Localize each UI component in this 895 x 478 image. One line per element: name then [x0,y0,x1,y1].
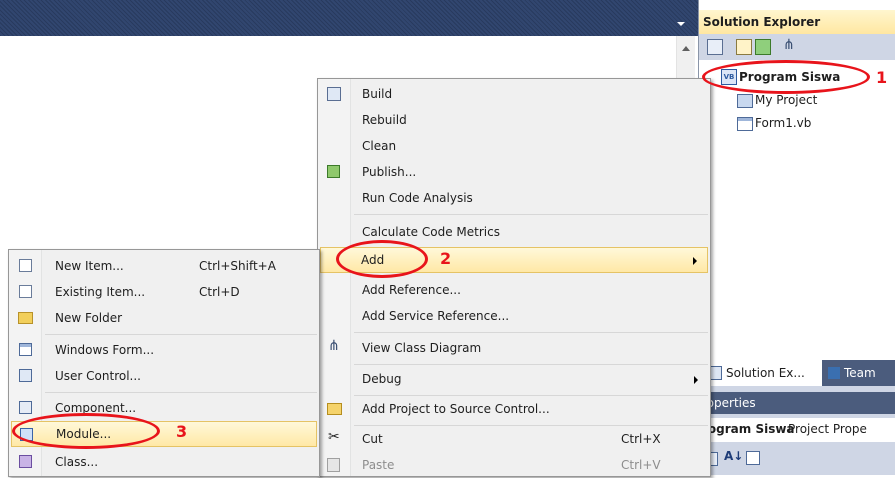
properties-object-name: rogram Siswa [702,422,795,436]
submenu-item-user-control[interactable]: User Control... [9,363,319,389]
properties-toolbar: A↓ [698,446,895,475]
scissors-icon: ✂ [328,429,340,445]
annotation-oval-3 [12,413,160,449]
properties-icon[interactable] [707,39,723,55]
menu-item-paste[interactable]: Paste Ctrl+V [318,452,710,478]
paste-icon [327,458,340,472]
menu-item-add-reference[interactable]: Add Reference... [318,277,710,303]
menu-item-run-code-analysis[interactable]: Run Code Analysis [318,185,710,211]
new-item-icon [19,259,32,272]
windows-form-icon [19,343,32,356]
annotation-number-1: 1 [876,68,888,87]
dropdown-arrow-icon[interactable] [677,22,685,26]
menu-item-add-to-source-control[interactable]: Add Project to Source Control... [318,396,710,422]
properties-title-bar: roperties [698,392,895,414]
submenu-item-existing-item[interactable]: Existing Item... Ctrl+D [9,279,319,305]
annotation-number-2: 2 [440,249,452,268]
solution-explorer-title-bar: Solution Explorer [699,10,895,34]
tab-team[interactable]: Team [824,360,895,386]
team-icon [828,367,840,379]
menu-separator [354,214,708,215]
properties-object-type: Project Prope [788,422,867,436]
submenu-item-new-folder[interactable]: New Folder [9,305,319,331]
folder-icon [18,312,33,324]
component-icon [19,401,32,414]
panel-tab-strip: Solution Ex... Team [698,360,895,386]
class-diagram-icon[interactable]: ⋔ [783,37,795,53]
submenu-item-new-item[interactable]: New Item... Ctrl+Shift+A [9,253,319,279]
menu-item-view-class-diagram[interactable]: ⋔ View Class Diagram [318,335,710,361]
solution-explorer-panel: Solution Explorer ⋔ VB Program Siswa My … [698,0,895,360]
menu-item-debug[interactable]: Debug [318,366,710,392]
user-control-icon [19,369,32,382]
menu-item-publish[interactable]: Publish... [318,159,710,185]
class-diagram-icon: ⋔ [328,338,340,354]
tab-team-label: Team [844,366,876,380]
build-icon [327,87,341,101]
editor-tab-strip [0,0,698,36]
submenu-item-windows-form[interactable]: Windows Form... [9,337,319,363]
submenu-separator [45,392,317,393]
submenu-item-class[interactable]: Class... [9,449,319,475]
annotation-oval-2 [336,240,428,278]
source-control-icon [327,403,342,415]
solution-explorer-title: Solution Explorer [703,15,821,29]
properties-panel: roperties rogram Siswa Project Prope A↓ [698,386,895,475]
menu-item-add-service-reference[interactable]: Add Service Reference... [318,303,710,329]
alphabetical-icon[interactable]: A↓ [724,449,743,463]
my-project-icon [737,94,753,108]
annotation-oval-1 [702,60,870,94]
menu-separator [354,332,708,333]
menu-item-cut[interactable]: ✂ Cut Ctrl+X [318,426,710,452]
existing-item-icon [19,285,32,298]
submenu-separator [45,334,317,335]
menu-item-rebuild[interactable]: Rebuild [318,107,710,133]
publish-icon [327,165,340,178]
tab-solution-explorer[interactable]: Solution Ex... [702,360,822,386]
class-icon [19,455,32,468]
show-all-files-icon[interactable] [736,39,752,55]
tree-item-form1[interactable]: Form1.vb [755,116,811,130]
annotation-number-3: 3 [176,422,188,441]
refresh-icon[interactable] [755,39,771,55]
form-icon [737,117,753,131]
menu-item-clean[interactable]: Clean [318,133,710,159]
menu-separator [354,364,708,365]
property-pages-icon[interactable] [746,451,760,465]
menu-item-build[interactable]: Build [318,81,710,107]
tab-solution-explorer-label: Solution Ex... [726,366,805,380]
submenu-arrow-icon [693,257,697,265]
scroll-up-icon[interactable] [682,46,690,51]
tree-item-my-project[interactable]: My Project [755,93,817,107]
properties-object-selector[interactable]: rogram Siswa Project Prope [698,418,895,442]
submenu-arrow-icon [694,376,698,384]
solution-explorer-toolbar: ⋔ [699,34,895,60]
